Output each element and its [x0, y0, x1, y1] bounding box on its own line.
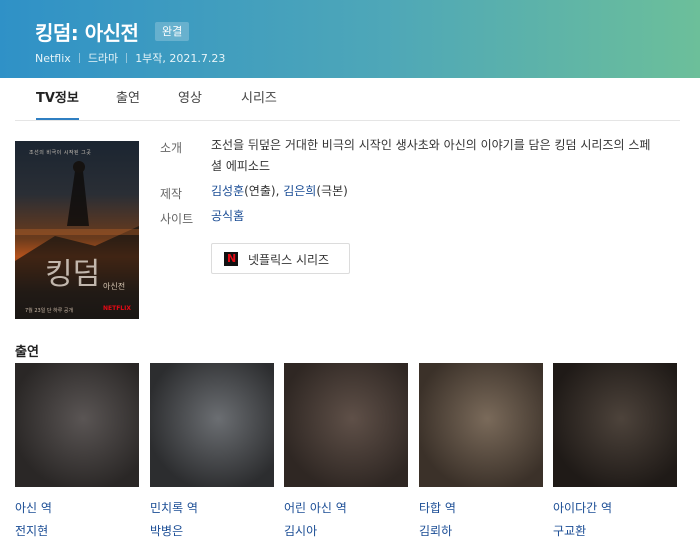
site-value: 공식홈 — [211, 206, 651, 227]
production-value: 김성훈(연출), 김은희(극본) — [211, 181, 651, 202]
cast-photo[interactable] — [419, 363, 543, 487]
netflix-icon: N — [224, 252, 238, 266]
cast-name[interactable]: 전지현 — [15, 522, 139, 539]
status-badge: 완결 — [155, 22, 190, 41]
poster-release: 7월 23일 단 하루 공개 — [25, 308, 74, 314]
cast-name[interactable]: 김뢰하 — [419, 522, 543, 539]
writer-link[interactable]: 김은희 — [283, 184, 316, 198]
tab-bar: TV정보 출연 영상 시리즈 — [15, 78, 680, 121]
netflix-series-label: 넷플릭스 시리즈 — [248, 253, 330, 267]
cast-card[interactable]: 민치록 역박병은 — [150, 363, 274, 539]
tab-tv-info[interactable]: TV정보 — [36, 78, 79, 120]
poster-tagline: 조선의 비극이 시작된 그곳 — [29, 150, 92, 156]
meta-genre: 드라마 — [87, 52, 119, 65]
cast-role[interactable]: 어린 아신 역 — [284, 499, 408, 516]
meta-separator — [126, 53, 128, 63]
cast-name[interactable]: 구교환 — [553, 522, 677, 539]
intro-label: 소개 — [160, 141, 183, 155]
meta-line: Netflix 드라마 1부작, 2021.7.23 — [35, 50, 225, 66]
official-site-link[interactable]: 공식홈 — [211, 209, 244, 223]
writer-role: (극본) — [316, 184, 348, 198]
tab-video[interactable]: 영상 — [178, 78, 202, 119]
intro-text: 조선을 뒤덮은 거대한 비극의 시작인 생사초와 아신의 이야기를 담은 킹덤 … — [211, 138, 651, 173]
netflix-series-button[interactable]: N 넷플릭스 시리즈 — [211, 243, 350, 274]
cast-name[interactable]: 김시아 — [284, 522, 408, 539]
cast-card[interactable]: 아신 역전지현 — [15, 363, 139, 539]
production-label: 제작 — [160, 187, 183, 201]
cast-photo[interactable] — [15, 363, 139, 487]
cast-role[interactable]: 아이다간 역 — [553, 499, 677, 516]
tab-series[interactable]: 시리즈 — [241, 78, 277, 119]
page-title: 킹덤: 아신전 — [35, 21, 139, 45]
poster-title: 킹덤 — [45, 257, 101, 292]
cast-card[interactable]: 타합 역김뢰하 — [419, 363, 543, 539]
poster-subtitle: 아신전 — [103, 282, 126, 291]
poster-brand: NETFLIX — [103, 305, 131, 312]
title-banner: 킹덤: 아신전 완결 Netflix 드라마 1부작, 2021.7.23 — [0, 0, 700, 78]
cast-photo[interactable] — [553, 363, 677, 487]
director-link[interactable]: 김성훈 — [211, 184, 244, 198]
meta-separator — [78, 53, 80, 63]
meta-episodes-date: 1부작, 2021.7.23 — [135, 52, 226, 65]
director-role: (연출) — [244, 184, 276, 198]
cast-role[interactable]: 민치록 역 — [150, 499, 274, 516]
site-label: 사이트 — [160, 212, 194, 226]
netflix-icon-letter: N — [227, 252, 237, 265]
cast-role[interactable]: 아신 역 — [15, 499, 139, 516]
cast-card[interactable]: 어린 아신 역김시아 — [284, 363, 408, 539]
cast-photo[interactable] — [284, 363, 408, 487]
cast-card[interactable]: 아이다간 역구교환 — [553, 363, 677, 539]
cast-photo[interactable] — [150, 363, 274, 487]
cast-role[interactable]: 타합 역 — [419, 499, 543, 516]
cast-section-title: 출연 — [15, 345, 39, 360]
tab-cast[interactable]: 출연 — [116, 78, 140, 119]
cast-name[interactable]: 박병은 — [150, 522, 274, 539]
poster-image[interactable]: 조선의 비극이 시작된 그곳 킹덤 아신전 7월 23일 단 하루 공개 NET… — [15, 141, 139, 319]
meta-platform: Netflix — [35, 52, 71, 65]
